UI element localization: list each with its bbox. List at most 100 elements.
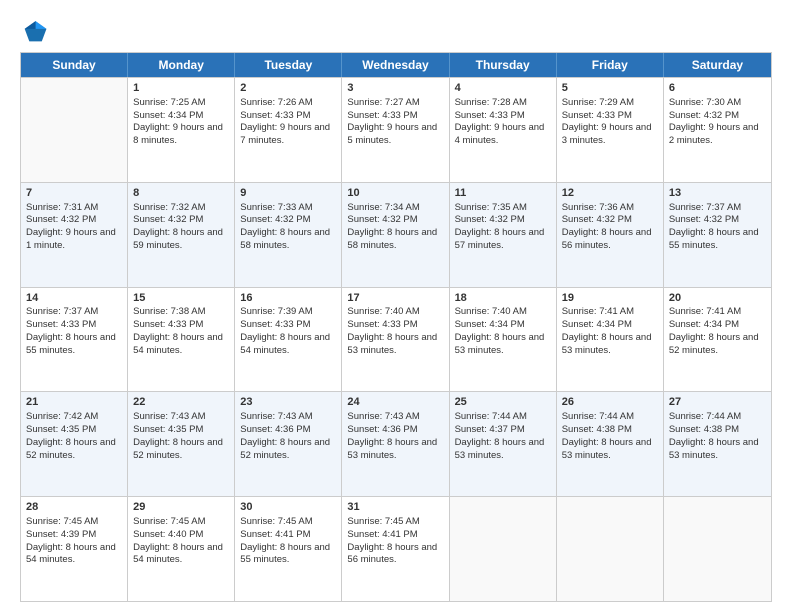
page: SundayMondayTuesdayWednesdayThursdayFrid… [0, 0, 792, 612]
sunset-text: Sunset: 4:37 PM [455, 424, 525, 435]
daylight-text: Daylight: 9 hours and 4 minutes. [455, 122, 545, 146]
header-day-monday: Monday [128, 53, 235, 77]
day-cell-14: 14Sunrise: 7:37 AMSunset: 4:33 PMDayligh… [21, 288, 128, 392]
daylight-text: Daylight: 9 hours and 2 minutes. [669, 122, 759, 146]
sunrise-text: Sunrise: 7:43 AM [133, 411, 205, 422]
sunset-text: Sunset: 4:33 PM [347, 110, 417, 121]
sunrise-text: Sunrise: 7:37 AM [669, 202, 741, 213]
empty-cell [557, 497, 664, 601]
day-number: 3 [347, 81, 443, 96]
day-cell-19: 19Sunrise: 7:41 AMSunset: 4:34 PMDayligh… [557, 288, 664, 392]
sunrise-text: Sunrise: 7:39 AM [240, 306, 312, 317]
day-number: 20 [669, 291, 766, 306]
sunset-text: Sunset: 4:41 PM [347, 529, 417, 540]
day-number: 9 [240, 186, 336, 201]
sunrise-text: Sunrise: 7:31 AM [26, 202, 98, 213]
sunrise-text: Sunrise: 7:30 AM [669, 97, 741, 108]
daylight-text: Daylight: 9 hours and 3 minutes. [562, 122, 652, 146]
sunrise-text: Sunrise: 7:40 AM [455, 306, 527, 317]
sunset-text: Sunset: 4:35 PM [26, 424, 96, 435]
day-cell-24: 24Sunrise: 7:43 AMSunset: 4:36 PMDayligh… [342, 392, 449, 496]
day-cell-17: 17Sunrise: 7:40 AMSunset: 4:33 PMDayligh… [342, 288, 449, 392]
empty-cell [450, 497, 557, 601]
sunset-text: Sunset: 4:40 PM [133, 529, 203, 540]
daylight-text: Daylight: 9 hours and 7 minutes. [240, 122, 330, 146]
sunset-text: Sunset: 4:32 PM [669, 214, 739, 225]
daylight-text: Daylight: 8 hours and 56 minutes. [347, 542, 437, 566]
day-cell-8: 8Sunrise: 7:32 AMSunset: 4:32 PM Daylight… [128, 183, 235, 287]
sunrise-text: Sunrise: 7:45 AM [240, 516, 312, 527]
day-number: 2 [240, 81, 336, 96]
sunset-text: Sunset: 4:32 PM [133, 214, 203, 225]
day-number: 13 [669, 186, 766, 201]
sunset-text: Sunset: 4:38 PM [669, 424, 739, 435]
daylight-text: Daylight: 8 hours and 58 minutes. [347, 227, 437, 251]
sunset-text: Sunset: 4:36 PM [347, 424, 417, 435]
sunrise-text: Sunrise: 7:44 AM [455, 411, 527, 422]
logo [20, 18, 52, 46]
sunrise-text: Sunrise: 7:38 AM [133, 306, 205, 317]
daylight-text: Daylight: 8 hours and 53 minutes. [562, 437, 652, 461]
sunset-text: Sunset: 4:41 PM [240, 529, 310, 540]
sunset-text: Sunset: 4:32 PM [562, 214, 632, 225]
daylight-text: Daylight: 9 hours and 5 minutes. [347, 122, 437, 146]
sunset-text: Sunset: 4:32 PM [26, 214, 96, 225]
header-day-saturday: Saturday [664, 53, 771, 77]
sunrise-text: Sunrise: 7:41 AM [669, 306, 741, 317]
sunrise-text: Sunrise: 7:29 AM [562, 97, 634, 108]
sunrise-text: Sunrise: 7:42 AM [26, 411, 98, 422]
daylight-text: Daylight: 8 hours and 52 minutes. [133, 437, 223, 461]
daylight-text: Daylight: 8 hours and 59 minutes. [133, 227, 223, 251]
sunrise-text: Sunrise: 7:36 AM [562, 202, 634, 213]
sunrise-text: Sunrise: 7:32 AM [133, 202, 205, 213]
sunset-text: Sunset: 4:33 PM [240, 319, 310, 330]
day-number: 18 [455, 291, 551, 306]
day-number: 1 [133, 81, 229, 96]
day-cell-3: 3Sunrise: 7:27 AM Sunset: 4:33 PMDaylight… [342, 78, 449, 182]
sunrise-text: Sunrise: 7:45 AM [133, 516, 205, 527]
sunrise-text: Sunrise: 7:44 AM [562, 411, 634, 422]
day-number: 11 [455, 186, 551, 201]
sunrise-text: Sunrise: 7:35 AM [455, 202, 527, 213]
calendar-body: 1Sunrise: 7:25 AMSunset: 4:34 PMDaylight… [21, 77, 771, 601]
daylight-text: Daylight: 8 hours and 55 minutes. [240, 542, 330, 566]
day-number: 7 [26, 186, 122, 201]
sunrise-text: Sunrise: 7:37 AM [26, 306, 98, 317]
sunrise-text: Sunrise: 7:40 AM [347, 306, 419, 317]
daylight-text: Daylight: 8 hours and 58 minutes. [240, 227, 330, 251]
header [20, 18, 772, 46]
sunrise-text: Sunrise: 7:43 AM [240, 411, 312, 422]
day-cell-13: 13Sunrise: 7:37 AMSunset: 4:32 PMDayligh… [664, 183, 771, 287]
day-cell-21: 21Sunrise: 7:42 AMSunset: 4:35 PMDayligh… [21, 392, 128, 496]
sunset-text: Sunset: 4:36 PM [240, 424, 310, 435]
day-cell-15: 15Sunrise: 7:38 AMSunset: 4:33 PMDayligh… [128, 288, 235, 392]
day-number: 15 [133, 291, 229, 306]
header-day-wednesday: Wednesday [342, 53, 449, 77]
sunset-text: Sunset: 4:34 PM [669, 319, 739, 330]
sunset-text: Sunset: 4:33 PM [240, 110, 310, 121]
day-cell-10: 10Sunrise: 7:34 AMSunset: 4:32 PMDayligh… [342, 183, 449, 287]
sunrise-text: Sunrise: 7:41 AM [562, 306, 634, 317]
day-number: 8 [133, 186, 229, 201]
day-cell-9: 9Sunrise: 7:33 AMSunset: 4:32 PMDaylight… [235, 183, 342, 287]
calendar-row-3: 21Sunrise: 7:42 AMSunset: 4:35 PMDayligh… [21, 391, 771, 496]
calendar-row-0: 1Sunrise: 7:25 AMSunset: 4:34 PMDaylight… [21, 77, 771, 182]
day-cell-28: 28Sunrise: 7:45 AMSunset: 4:39 PMDayligh… [21, 497, 128, 601]
sunrise-text: Sunrise: 7:34 AM [347, 202, 419, 213]
day-cell-26: 26Sunrise: 7:44 AM Sunset: 4:38 PM Dayligh… [557, 392, 664, 496]
sunset-text: Sunset: 4:38 PM [562, 424, 632, 435]
sunrise-text: Sunrise: 7:27 AM [347, 97, 419, 108]
daylight-text: Daylight: 8 hours and 53 minutes. [455, 332, 545, 356]
day-number: 31 [347, 500, 443, 515]
sunrise-text: Sunrise: 7:45 AM [347, 516, 419, 527]
sunset-text: Sunset: 4:34 PM [562, 319, 632, 330]
day-number: 26 [562, 395, 658, 410]
day-number: 24 [347, 395, 443, 410]
day-cell-11: 11Sunrise: 7:35 AMSunset: 4:32 PMDayligh… [450, 183, 557, 287]
calendar: SundayMondayTuesdayWednesdayThursdayFrid… [20, 52, 772, 602]
logo-icon [20, 18, 48, 46]
sunset-text: Sunset: 4:33 PM [347, 319, 417, 330]
sunset-text: Sunset: 4:33 PM [133, 319, 203, 330]
sunset-text: Sunset: 4:34 PM [133, 110, 203, 121]
sunset-text: Sunset: 4:33 PM [455, 110, 525, 121]
